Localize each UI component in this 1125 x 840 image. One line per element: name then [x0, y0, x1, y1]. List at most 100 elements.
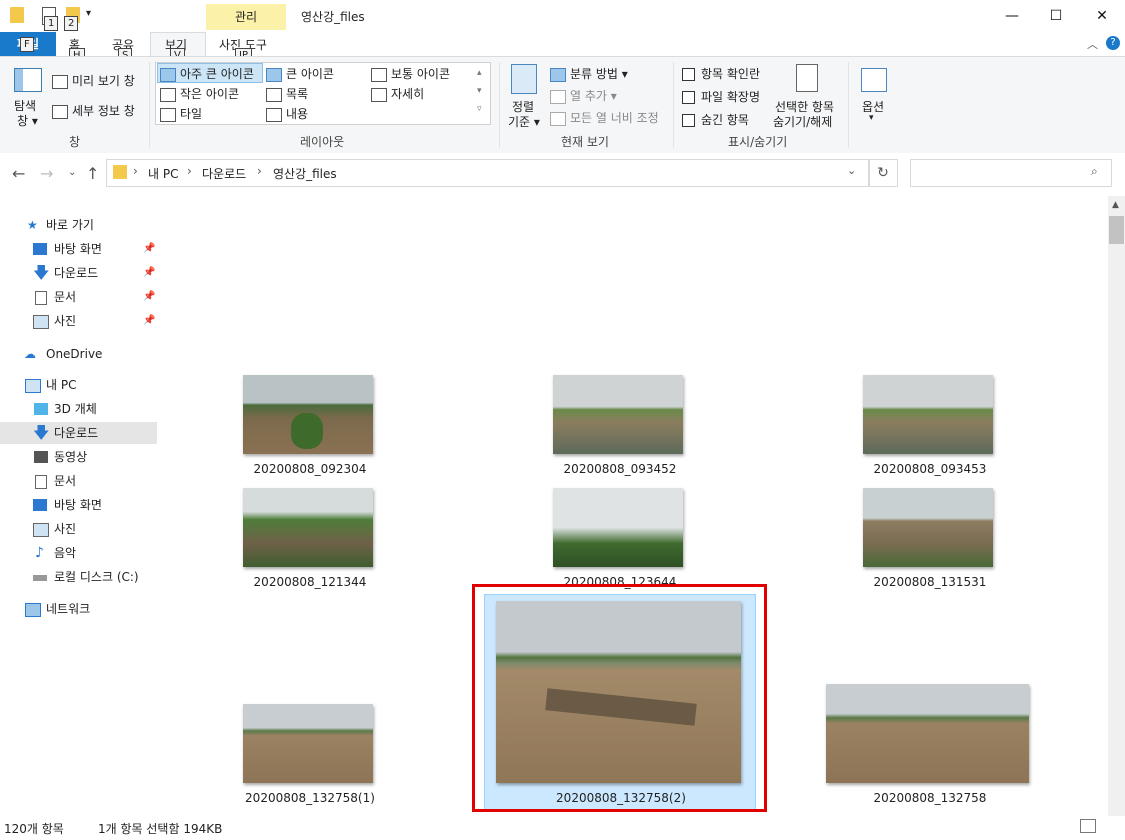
- layout-details[interactable]: 자세히: [371, 85, 424, 102]
- sort-by-button-line2[interactable]: 기준 ▾: [508, 113, 540, 130]
- pin-icon: 📌: [143, 315, 156, 326]
- details-pane-button[interactable]: 세부 정보 창: [52, 102, 135, 119]
- file-thumbnail[interactable]: [863, 488, 993, 567]
- sidebar-item-desktop[interactable]: 바탕 화면 📌: [0, 238, 157, 260]
- sidebar-item-local-disk[interactable]: 로컬 디스크 (C:): [0, 566, 157, 588]
- layout-scroll-arrows[interactable]: ▴ ▾ ▿: [477, 64, 482, 118]
- file-extensions-toggle[interactable]: 파일 확장명: [682, 88, 760, 105]
- file-thumbnail[interactable]: [243, 488, 373, 567]
- options-dropdown-icon[interactable]: ▾: [869, 113, 874, 123]
- sidebar-item-downloads[interactable]: 🡇 다운로드 📌: [0, 262, 157, 284]
- breadcrumb-downloads[interactable]: 다운로드: [202, 165, 246, 182]
- breadcrumb-chevron-icon[interactable]: ›: [257, 164, 262, 178]
- collapse-ribbon-icon[interactable]: ︿: [1087, 36, 1098, 52]
- file-thumbnail[interactable]: [243, 375, 373, 454]
- size-all-columns-button[interactable]: 모든 열 너비 조정: [550, 109, 659, 126]
- computer-icon: [25, 379, 41, 393]
- file-name[interactable]: 20200808_092304: [210, 462, 410, 476]
- layout-content-label: 내용: [286, 107, 309, 121]
- file-name[interactable]: 20200808_132758(1): [210, 791, 410, 805]
- layout-medium-icons[interactable]: 보통 아이콘: [371, 65, 450, 82]
- status-bar: 120개 항목 1개 항목 선택함 194KB: [0, 816, 1125, 840]
- breadcrumb-chevron-icon[interactable]: ›: [133, 164, 138, 178]
- refresh-button[interactable]: ↻: [868, 159, 898, 187]
- layout-content[interactable]: 내용: [266, 105, 308, 122]
- file-thumbnail[interactable]: [553, 375, 683, 454]
- film-icon: [34, 451, 48, 463]
- help-icon[interactable]: ?: [1106, 36, 1120, 50]
- layout-large-icons[interactable]: 큰 아이콘: [266, 65, 334, 82]
- sidebar-item-this-pc[interactable]: 내 PC: [0, 374, 157, 396]
- hide-selected-button-line2[interactable]: 숨기기/해제: [773, 113, 832, 130]
- layout-extra-large-label: 아주 큰 아이콘: [180, 67, 254, 81]
- layout-extra-large-icons[interactable]: 아주 큰 아이콘: [160, 65, 254, 82]
- recent-locations-icon[interactable]: ⌄: [68, 167, 76, 178]
- file-thumbnail[interactable]: [243, 704, 373, 783]
- group-pane-label: 창: [69, 135, 81, 149]
- customize-quick-access-icon[interactable]: ▾: [86, 8, 91, 19]
- list-icon: [266, 87, 282, 102]
- layout-small-label: 작은 아이콘: [180, 87, 240, 101]
- up-arrow-icon[interactable]: ↑: [86, 164, 99, 183]
- file-thumbnail[interactable]: [863, 375, 993, 454]
- nav-pane-button-line2[interactable]: 창 ▾: [17, 112, 38, 129]
- layout-small-icons[interactable]: 작은 아이콘: [160, 85, 239, 102]
- address-bar[interactable]: › 내 PC › 다운로드 › 영산강_files ⌄: [106, 159, 870, 187]
- sidebar-item-pictures[interactable]: 사진 📌: [0, 310, 157, 332]
- address-dropdown-icon[interactable]: ⌄: [847, 164, 856, 177]
- file-name[interactable]: 20200808_132758: [830, 791, 1030, 805]
- drive-icon: [33, 575, 47, 581]
- minimize-button[interactable]: —: [989, 0, 1035, 32]
- file-thumbnail[interactable]: [826, 684, 1029, 783]
- pin-icon: 📌: [143, 243, 156, 254]
- scroll-thumb[interactable]: [1109, 216, 1124, 244]
- maximize-icon: ☐: [1049, 8, 1063, 24]
- sidebar-item-network[interactable]: 네트워크: [0, 598, 157, 620]
- details-pane-label: 세부 정보 창: [72, 104, 135, 118]
- vertical-scrollbar[interactable]: ▲: [1108, 196, 1125, 816]
- close-button[interactable]: ✕: [1079, 0, 1125, 32]
- sidebar-item-pc-downloads[interactable]: 🡇 다운로드: [0, 422, 157, 444]
- size-all-columns-label: 모든 열 너비 조정: [570, 111, 659, 125]
- file-name[interactable]: 20200808_121344: [210, 575, 410, 589]
- item-checkboxes-toggle[interactable]: 항목 확인란: [682, 65, 760, 82]
- sidebar-item-music[interactable]: ♪ 음악: [0, 542, 157, 564]
- sidebar-item-documents[interactable]: 문서 📌: [0, 286, 157, 308]
- folder-icon: [10, 7, 24, 23]
- back-arrow-icon[interactable]: ←: [12, 164, 25, 183]
- add-columns-button[interactable]: 열 추가 ▾: [550, 87, 617, 104]
- sidebar-item-pc-documents[interactable]: 문서: [0, 470, 157, 492]
- sidebar-item-label: 문서: [54, 474, 77, 488]
- forward-arrow-icon[interactable]: →: [40, 164, 53, 183]
- sidebar-item-label: 다운로드: [54, 426, 99, 440]
- file-name[interactable]: 20200808_131531: [830, 575, 1030, 589]
- selection-info: 1개 항목 선택함 194KB: [98, 822, 223, 836]
- item-checkboxes-label: 항목 확인란: [701, 67, 761, 81]
- breadcrumb-this-pc[interactable]: 내 PC: [148, 165, 178, 182]
- sidebar-item-onedrive[interactable]: ☁ OneDrive: [0, 343, 157, 365]
- sidebar-item-3d-objects[interactable]: 3D 개체: [0, 398, 157, 420]
- details-view-icon[interactable]: [1080, 819, 1096, 833]
- file-name[interactable]: 20200808_093453: [830, 462, 1030, 476]
- layout-tiles[interactable]: 타일: [160, 105, 202, 122]
- sidebar-item-pc-desktop[interactable]: 바탕 화면: [0, 494, 157, 516]
- scroll-up-icon[interactable]: ▲: [1112, 200, 1119, 210]
- group-by-icon: [550, 67, 566, 82]
- sidebar-item-quick-access[interactable]: ★ 바로 가기: [0, 214, 157, 236]
- keytip-2: 2: [64, 16, 79, 31]
- breadcrumb-chevron-icon[interactable]: ›: [187, 164, 192, 178]
- pin-icon: 📌: [143, 267, 156, 278]
- hide-selected-icon: [796, 64, 818, 92]
- preview-pane-button[interactable]: 미리 보기 창: [52, 72, 135, 89]
- group-by-button[interactable]: 분류 방법 ▾: [550, 65, 628, 82]
- file-name[interactable]: 20200808_093452: [520, 462, 720, 476]
- search-input[interactable]: ⌕: [910, 159, 1112, 187]
- breadcrumb-current-folder[interactable]: 영산강_files: [273, 165, 337, 182]
- layout-list[interactable]: 목록: [266, 85, 308, 102]
- sidebar-item-videos[interactable]: 동영상: [0, 446, 157, 468]
- maximize-button[interactable]: ☐: [1033, 0, 1079, 32]
- hidden-items-checkbox: [682, 114, 695, 127]
- file-thumbnail[interactable]: [553, 488, 683, 567]
- hidden-items-toggle[interactable]: 숨긴 항목: [682, 111, 749, 128]
- sidebar-item-pc-pictures[interactable]: 사진: [0, 518, 157, 540]
